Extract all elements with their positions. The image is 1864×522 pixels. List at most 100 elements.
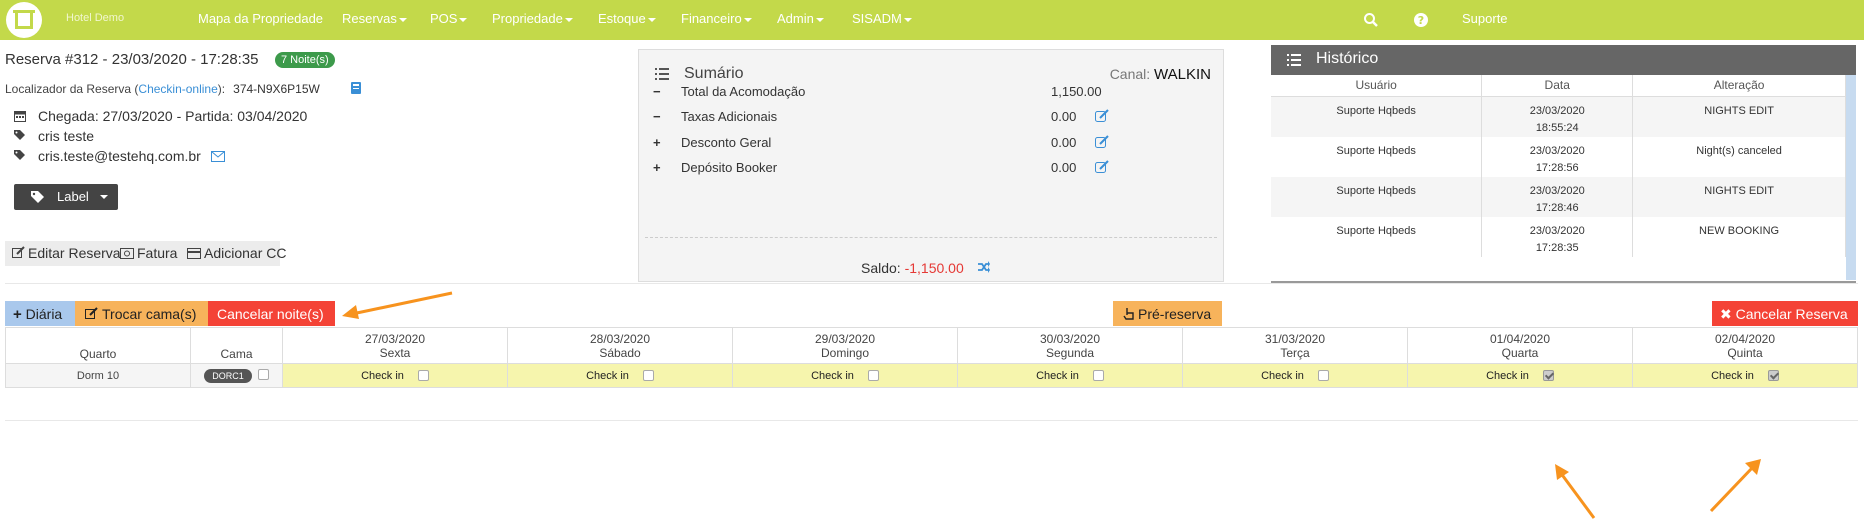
column-header: Alteração: [1632, 75, 1846, 97]
history-header: Histórico: [1271, 45, 1856, 75]
locator-code: 374-N9X6P15W: [233, 82, 320, 96]
day-header: 01/04/2020 Quarta: [1407, 327, 1633, 364]
checkin-online-link[interactable]: Checkin-online: [138, 82, 217, 96]
reservation-actions: Editar Reserva Fatura Adicionar CC: [5, 241, 286, 266]
channel-info: Canal: WALKIN: [1109, 66, 1211, 83]
balance: Saldo: -1,150.00: [861, 260, 964, 276]
nav-admin[interactable]: Admin: [777, 11, 824, 26]
day-header: 28/03/2020 Sábado: [507, 327, 733, 364]
shuffle-icon[interactable]: [977, 260, 991, 274]
room-cell: Dorm 10: [5, 363, 191, 388]
summary-divider: [645, 237, 1217, 238]
help-icon[interactable]: ?: [1413, 12, 1429, 28]
night-cell: Check in: [1407, 363, 1633, 388]
calendar-icon: [14, 111, 26, 122]
day-header: 29/03/2020 Domingo: [732, 327, 958, 364]
nav-mapa[interactable]: Mapa da Propriedade: [198, 11, 323, 26]
list-icon: [1287, 54, 1301, 66]
night-checkbox-checked[interactable]: [1767, 369, 1779, 381]
expand-toggle[interactable]: +: [653, 160, 665, 175]
column-header: Usuário: [1271, 75, 1483, 97]
collapse-toggle[interactable]: −: [653, 84, 665, 99]
nights-badge: 7 Noite(s): [275, 52, 335, 68]
night-checkbox[interactable]: [1317, 369, 1329, 381]
night-cell: Check in: [732, 363, 958, 388]
history-scrollbar[interactable]: [1846, 75, 1856, 280]
credit-card-icon: [187, 248, 201, 259]
nav-suporte[interactable]: Suporte: [1462, 11, 1508, 26]
cancel-nights-button[interactable]: Cancelar noite(s): [208, 301, 335, 326]
room-column-header: Quarto: [5, 327, 191, 364]
day-header: 30/03/2020 Segunda: [957, 327, 1183, 364]
collapse-toggle[interactable]: −: [653, 109, 665, 124]
night-checkbox-checked[interactable]: [1542, 369, 1554, 381]
night-cell: Check in: [957, 363, 1183, 388]
invoice-button[interactable]: Fatura: [120, 245, 177, 261]
nav-reservas[interactable]: Reservas: [342, 11, 407, 26]
annotation-arrow-icon: [342, 291, 453, 319]
svg-text:?: ?: [1418, 14, 1424, 27]
night-cell: Check in: [282, 363, 508, 388]
table-row: Suporte Hqbeds 23/03/2020 17:28:35 NEW BO…: [1271, 216, 1846, 257]
expand-toggle[interactable]: +: [653, 135, 665, 150]
nav-sisadm[interactable]: SISADM: [852, 11, 912, 26]
search-icon[interactable]: [1363, 12, 1379, 28]
night-checkbox[interactable]: [867, 369, 879, 381]
edit-icon[interactable]: [1095, 109, 1109, 123]
annotation-arrow-icon: [1555, 464, 1596, 519]
night-checkbox[interactable]: [1092, 369, 1104, 381]
caret-down-icon: [459, 17, 468, 22]
book-icon[interactable]: [350, 81, 362, 95]
caret-down-icon: [398, 17, 407, 22]
caret-down-icon: [903, 17, 912, 22]
nav-pos[interactable]: POS: [430, 11, 468, 26]
nav-estoque[interactable]: Estoque: [598, 11, 656, 26]
envelope-icon[interactable]: [210, 151, 225, 162]
night-checkbox[interactable]: [642, 369, 654, 381]
table-row: Dorm 10 DORC1 Check in Check in Check in…: [5, 363, 1858, 388]
history-title: Histórico: [1316, 50, 1379, 67]
diaria-button[interactable]: + Diária: [5, 301, 75, 326]
guest-name: cris teste: [14, 128, 94, 144]
edit-icon[interactable]: [1095, 135, 1109, 149]
edit-reservation-button[interactable]: Editar Reserva: [12, 245, 121, 261]
night-cell: Check in: [1182, 363, 1408, 388]
edit-icon[interactable]: [1095, 160, 1109, 174]
edit-icon: [12, 246, 25, 258]
history-panel: Histórico Usuário Data Alteração Suporte…: [1271, 45, 1856, 285]
stay-dates: Chegada: 27/03/2020 - Partida: 03/04/202…: [14, 108, 307, 124]
history-table: Usuário Data Alteração Suporte Hqbeds 23…: [1271, 75, 1846, 257]
night-checkbox[interactable]: [417, 369, 429, 381]
day-header: 31/03/2020 Terça: [1182, 327, 1408, 364]
tags-icon: [14, 150, 25, 160]
swap-beds-button[interactable]: Trocar cama(s): [75, 301, 208, 326]
night-cell: Check in: [1632, 363, 1858, 388]
nav-financeiro[interactable]: Financeiro: [681, 11, 752, 26]
annotation-arrow-icon: [1709, 459, 1761, 513]
brand-name[interactable]: Hotel Demo: [66, 12, 124, 24]
caret-down-icon: [647, 17, 656, 22]
bed-checkbox[interactable]: [257, 369, 269, 381]
reservation-title: Reserva #312 - 23/03/2020 - 17:28:35: [5, 51, 259, 68]
pre-booking-button[interactable]: Pré-reserva: [1113, 301, 1222, 326]
money-icon: [120, 248, 134, 259]
table-row: Suporte Hqbeds 23/03/2020 17:28:46 NIGHTS…: [1271, 176, 1846, 217]
caret-down-icon: [815, 17, 824, 22]
day-header: 27/03/2020 Sexta: [282, 327, 508, 364]
hotel-logo[interactable]: [6, 2, 42, 38]
nav-propriedade[interactable]: Propriedade: [492, 11, 573, 26]
list-icon: [655, 68, 669, 80]
bed-badge[interactable]: DORC1: [204, 368, 252, 383]
edit-icon: [85, 307, 98, 319]
cancel-reservation-button[interactable]: ✖ Cancelar Reserva: [1712, 301, 1858, 326]
table-row: Suporte Hqbeds 23/03/2020 17:28:56 Night(…: [1271, 136, 1846, 177]
add-credit-card-button[interactable]: Adicionar CC: [187, 245, 286, 261]
night-cell: Check in: [507, 363, 733, 388]
grid-header-row: Quarto Cama 27/03/2020 Sexta 28/03/2020 Sá…: [5, 327, 1858, 364]
balance-value: -1,150.00: [904, 260, 964, 276]
caret-down-icon: [743, 17, 752, 22]
tag-icon: [31, 191, 44, 203]
caret-down-icon: [564, 17, 573, 22]
label-dropdown-button[interactable]: Label: [14, 184, 118, 210]
day-header: 02/04/2020 Quinta: [1632, 327, 1858, 364]
